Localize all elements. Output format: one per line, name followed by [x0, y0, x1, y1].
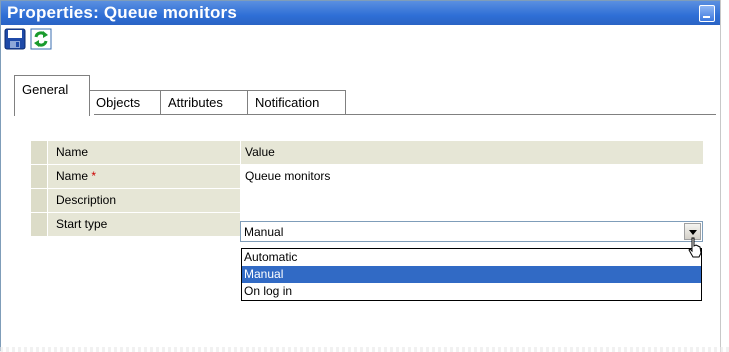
row-stub [31, 141, 47, 164]
window-border [720, 0, 729, 352]
property-label: Name [56, 169, 89, 183]
bottom-edge [0, 347, 729, 352]
mouse-cursor-icon [688, 237, 702, 258]
start-type-select[interactable]: Manual [240, 221, 703, 242]
property-name: Name * [48, 165, 240, 188]
property-start-type: Start type [48, 213, 240, 236]
tab-attributes[interactable]: Attributes [160, 90, 249, 115]
chevron-down-icon [689, 230, 697, 235]
dropdown-option-automatic[interactable]: Automatic [242, 249, 701, 266]
grid-header: Name Value [31, 141, 703, 165]
tab-general[interactable]: General [14, 75, 90, 116]
tab-objects[interactable]: Objects [88, 90, 162, 115]
tab-objects-label: Objects [96, 95, 141, 110]
name-value-field[interactable]: Queue monitors [241, 165, 703, 188]
save-icon[interactable] [4, 28, 26, 50]
required-marker: * [91, 169, 97, 183]
tab-notification[interactable]: Notification [247, 90, 346, 115]
column-header-name: Name [48, 141, 240, 164]
tab-divider [94, 114, 716, 115]
refresh-icon[interactable] [30, 28, 52, 50]
start-type-selected-value: Manual [244, 225, 284, 239]
column-header-value: Value [241, 141, 703, 164]
title-bar[interactable]: Properties: Queue monitors [1, 1, 721, 25]
row-stub [31, 189, 47, 212]
tab-strip: General Objects Attributes Notification [8, 75, 722, 116]
minimize-button[interactable] [699, 5, 715, 22]
dropdown-option-manual[interactable]: Manual [242, 266, 701, 283]
dropdown-option-on-log-in[interactable]: On log in [242, 283, 701, 300]
grid-row-name[interactable]: Name * Queue monitors [31, 165, 703, 189]
description-value-field[interactable] [241, 189, 703, 212]
tab-general-label: General [22, 82, 69, 97]
tab-attributes-label: Attributes [168, 95, 223, 110]
tab-notification-label: Notification [255, 95, 320, 110]
row-stub [31, 213, 47, 236]
row-stub [31, 165, 47, 188]
start-type-dropdown-list[interactable]: Automatic Manual On log in [241, 248, 702, 301]
window-title: Properties: Queue monitors [7, 3, 238, 22]
property-description: Description [48, 189, 240, 212]
grid-row-description[interactable]: Description [31, 189, 703, 213]
